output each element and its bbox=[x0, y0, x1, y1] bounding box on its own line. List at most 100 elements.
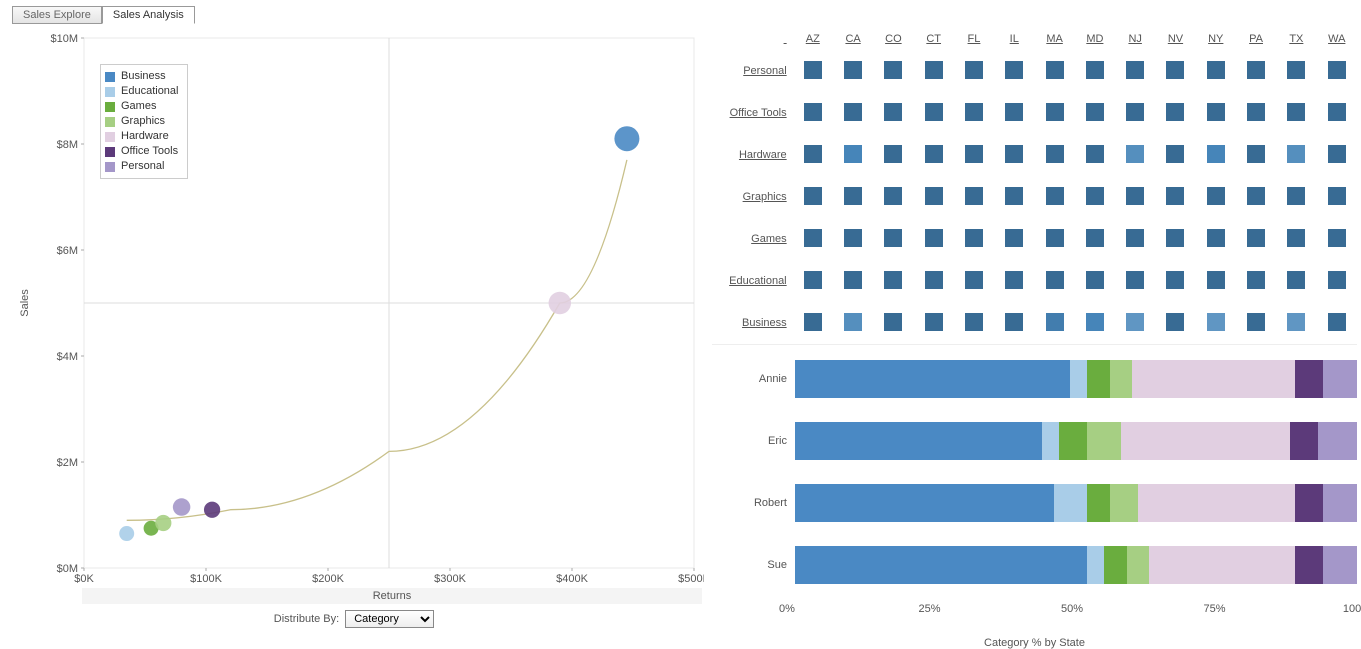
heat-cell[interactable] bbox=[1287, 313, 1305, 331]
stack-seg-hardware[interactable] bbox=[1121, 422, 1290, 460]
heat-cell[interactable] bbox=[844, 61, 862, 79]
heat-cell[interactable] bbox=[1086, 229, 1104, 247]
scatter-point-graphics[interactable] bbox=[155, 515, 171, 531]
heat-cell[interactable] bbox=[1126, 313, 1144, 331]
heat-col-ca[interactable]: CA bbox=[833, 28, 873, 50]
heat-cell[interactable] bbox=[1126, 229, 1144, 247]
heat-row-educational[interactable]: Educational bbox=[712, 260, 793, 302]
heat-row-business[interactable]: Business bbox=[712, 302, 793, 344]
heat-cell[interactable] bbox=[1005, 187, 1023, 205]
heat-cell[interactable] bbox=[925, 313, 943, 331]
heat-cell[interactable] bbox=[1126, 271, 1144, 289]
scatter-point-educational[interactable] bbox=[119, 526, 134, 541]
heat-cell[interactable] bbox=[1166, 313, 1184, 331]
heat-cell[interactable] bbox=[1046, 229, 1064, 247]
stack-seg-games[interactable] bbox=[1104, 546, 1126, 584]
heat-cell[interactable] bbox=[804, 103, 822, 121]
scatter-point-business[interactable] bbox=[614, 126, 639, 151]
heat-cell[interactable] bbox=[804, 145, 822, 163]
heat-cell[interactable] bbox=[1126, 187, 1144, 205]
heat-col-ct[interactable]: CT bbox=[914, 28, 954, 50]
heat-cell[interactable] bbox=[1166, 61, 1184, 79]
legend-item-games[interactable]: Games bbox=[105, 99, 179, 114]
heat-cell[interactable] bbox=[1126, 145, 1144, 163]
heat-cell[interactable] bbox=[925, 271, 943, 289]
legend-item-graphics[interactable]: Graphics bbox=[105, 114, 179, 129]
heat-cell[interactable] bbox=[925, 61, 943, 79]
heat-cell[interactable] bbox=[1207, 145, 1225, 163]
legend-item-personal[interactable]: Personal bbox=[105, 159, 179, 174]
heat-cell[interactable] bbox=[884, 313, 902, 331]
stack-seg-hardware[interactable] bbox=[1138, 484, 1295, 522]
heat-cell[interactable] bbox=[1166, 229, 1184, 247]
stack-seg-educational[interactable] bbox=[1042, 422, 1059, 460]
tab-sales-explore[interactable]: Sales Explore bbox=[12, 6, 102, 24]
heat-cell[interactable] bbox=[804, 271, 822, 289]
heat-cell[interactable] bbox=[884, 61, 902, 79]
heat-cell[interactable] bbox=[1207, 271, 1225, 289]
heat-cell[interactable] bbox=[1247, 145, 1265, 163]
heat-cell[interactable] bbox=[1207, 313, 1225, 331]
heat-cell[interactable] bbox=[1207, 187, 1225, 205]
heat-cell[interactable] bbox=[1287, 187, 1305, 205]
heat-cell[interactable] bbox=[1046, 313, 1064, 331]
heat-col-co[interactable]: CO bbox=[873, 28, 913, 50]
heat-cell[interactable] bbox=[1166, 103, 1184, 121]
heat-row-games[interactable]: Games bbox=[712, 218, 793, 260]
stack-bar[interactable] bbox=[795, 484, 1357, 522]
heat-cell[interactable] bbox=[884, 103, 902, 121]
heat-cell[interactable] bbox=[1328, 187, 1346, 205]
heat-cell[interactable] bbox=[1287, 145, 1305, 163]
stack-seg-educational[interactable] bbox=[1054, 484, 1088, 522]
legend-item-office-tools[interactable]: Office Tools bbox=[105, 144, 179, 159]
heat-cell[interactable] bbox=[1086, 187, 1104, 205]
heat-cell[interactable] bbox=[1207, 229, 1225, 247]
heat-cell[interactable] bbox=[1046, 103, 1064, 121]
heat-cell[interactable] bbox=[844, 187, 862, 205]
distribute-select[interactable]: Category bbox=[345, 610, 434, 628]
heat-cell[interactable] bbox=[965, 313, 983, 331]
stack-seg-games[interactable] bbox=[1087, 360, 1109, 398]
heat-cell[interactable] bbox=[1328, 313, 1346, 331]
heat-cell[interactable] bbox=[884, 229, 902, 247]
heat-cell[interactable] bbox=[1126, 61, 1144, 79]
heat-cell[interactable] bbox=[1247, 313, 1265, 331]
heat-cell[interactable] bbox=[1247, 103, 1265, 121]
stack-seg-office-tools[interactable] bbox=[1295, 484, 1323, 522]
heat-cell[interactable] bbox=[1328, 61, 1346, 79]
heat-col-nj[interactable]: NJ bbox=[1115, 28, 1155, 50]
heat-cell[interactable] bbox=[1005, 229, 1023, 247]
heat-cell[interactable] bbox=[1005, 313, 1023, 331]
heat-cell[interactable] bbox=[804, 229, 822, 247]
heat-cell[interactable] bbox=[1287, 271, 1305, 289]
heat-cell[interactable] bbox=[1328, 103, 1346, 121]
heat-row-personal[interactable]: Personal bbox=[712, 50, 793, 92]
heat-cell[interactable] bbox=[1207, 61, 1225, 79]
heat-cell[interactable] bbox=[1046, 271, 1064, 289]
heat-cell[interactable] bbox=[925, 103, 943, 121]
heat-cell[interactable] bbox=[1166, 187, 1184, 205]
heat-cell[interactable] bbox=[1126, 103, 1144, 121]
heat-cell[interactable] bbox=[884, 187, 902, 205]
stack-bar[interactable] bbox=[795, 360, 1357, 398]
heat-cell[interactable] bbox=[965, 103, 983, 121]
scatter-point-office-tools[interactable] bbox=[204, 502, 220, 518]
heat-cell[interactable] bbox=[1328, 271, 1346, 289]
scatter-point-hardware[interactable] bbox=[549, 292, 572, 315]
heat-col-il[interactable]: IL bbox=[994, 28, 1034, 50]
heat-cell[interactable] bbox=[844, 145, 862, 163]
stack-seg-office-tools[interactable] bbox=[1290, 422, 1318, 460]
stack-seg-graphics[interactable] bbox=[1110, 360, 1132, 398]
heat-col-wa[interactable]: WA bbox=[1317, 28, 1358, 50]
stack-bar[interactable] bbox=[795, 422, 1357, 460]
stack-seg-games[interactable] bbox=[1087, 484, 1109, 522]
stack-seg-office-tools[interactable] bbox=[1295, 546, 1323, 584]
heat-col-az[interactable]: AZ bbox=[793, 28, 833, 50]
stack-seg-hardware[interactable] bbox=[1149, 546, 1295, 584]
stack-seg-hardware[interactable] bbox=[1132, 360, 1295, 398]
heat-cell[interactable] bbox=[965, 61, 983, 79]
heat-cell[interactable] bbox=[844, 313, 862, 331]
stack-seg-graphics[interactable] bbox=[1110, 484, 1138, 522]
heat-cell[interactable] bbox=[1328, 229, 1346, 247]
heat-cell[interactable] bbox=[844, 271, 862, 289]
